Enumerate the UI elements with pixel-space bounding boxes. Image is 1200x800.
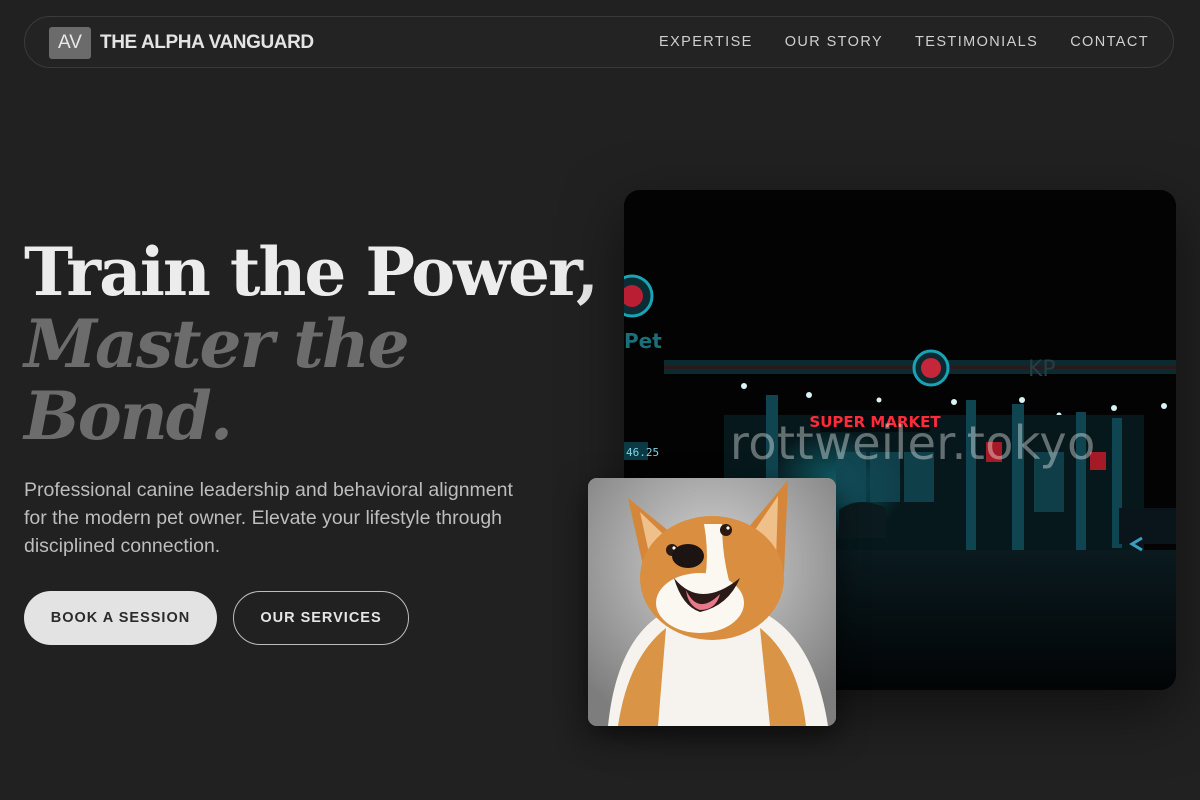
price-sign: 46.25 — [626, 446, 659, 459]
nav-links: EXPERTISE OUR STORY TESTIMONIALS CONTACT — [659, 34, 1149, 50]
nav-link-contact[interactable]: CONTACT — [1070, 34, 1149, 50]
brand[interactable]: AV THE ALPHA VANGUARD — [49, 27, 314, 59]
book-session-button[interactable]: BOOK A SESSION — [24, 591, 217, 645]
our-services-button[interactable]: OUR SERVICES — [233, 591, 409, 645]
corner-sign: KP — [1028, 357, 1056, 382]
brand-name: THE ALPHA VANGUARD — [100, 32, 314, 53]
hero-title-line-2: Master the — [24, 305, 410, 383]
page: AV THE ALPHA VANGUARD EXPERTISE OUR STOR… — [0, 0, 1200, 800]
nav-link-expertise[interactable]: EXPERTISE — [659, 34, 753, 50]
hero-title: Train the Power, Master the Bond. — [24, 233, 599, 455]
hero-title-line-1: Train the Power, — [24, 233, 599, 311]
hero-title-line-3: Bond. — [24, 377, 233, 455]
left-sign: Pet — [624, 329, 662, 353]
watermark-text: rottweiler.tokyo — [730, 416, 1096, 470]
top-nav: AV THE ALPHA VANGUARD EXPERTISE OUR STOR… — [24, 16, 1174, 68]
nav-link-our-story[interactable]: OUR STORY — [785, 34, 883, 50]
hero-subtitle: Professional canine leadership and behav… — [24, 479, 513, 557]
nav-link-testimonials[interactable]: TESTIMONIALS — [915, 34, 1038, 50]
corgi-photo — [588, 478, 836, 726]
brand-logo: AV — [49, 27, 91, 59]
